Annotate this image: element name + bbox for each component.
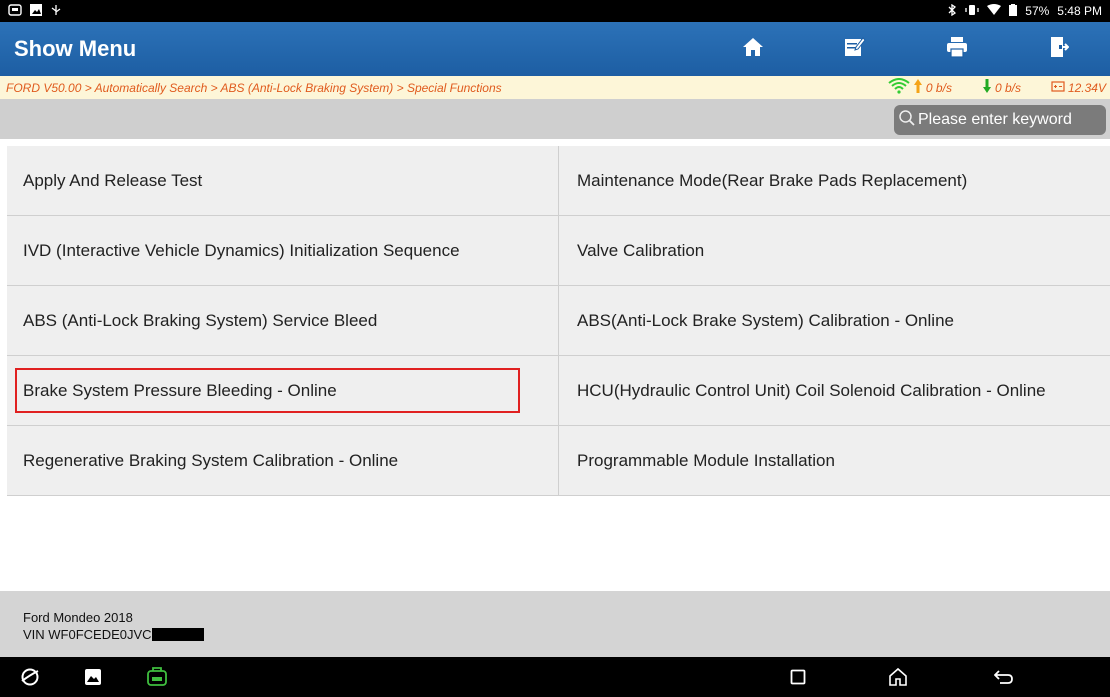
menu-item-brake-pressure-bleeding[interactable]: Brake System Pressure Bleeding - Online (7, 356, 559, 426)
recents-icon[interactable] (787, 666, 809, 688)
menu-item-label: Apply And Release Test (23, 170, 203, 190)
exit-button[interactable] (1022, 22, 1096, 76)
back-icon[interactable] (993, 666, 1015, 688)
menu-item-ivd-initialization[interactable]: IVD (Interactive Vehicle Dynamics) Initi… (7, 216, 559, 286)
menu-item-label: Programmable Module Installation (577, 450, 835, 470)
title-bar: Show Menu (0, 22, 1110, 76)
menu-item-label: Regenerative Braking System Calibration … (23, 450, 399, 470)
menu-item-maintenance-mode[interactable]: Maintenance Mode(Rear Brake Pads Replace… (559, 146, 1110, 216)
home-nav-icon[interactable] (887, 666, 909, 688)
bluetooth-icon (947, 3, 957, 19)
vci-status-icon (8, 3, 22, 19)
battery-icon (1009, 3, 1018, 19)
usb-icon (50, 4, 62, 19)
battery-voltage-icon (1051, 80, 1065, 95)
search-icon (898, 109, 916, 132)
edit-icon (844, 36, 866, 63)
gallery-icon[interactable] (82, 666, 104, 688)
vibrate-icon (965, 4, 979, 19)
vin-redaction (151, 628, 204, 641)
download-arrow-icon (982, 78, 992, 97)
print-icon (946, 36, 968, 63)
upload-arrow-icon (913, 78, 923, 97)
menu-item-label: ABS(Anti-Lock Brake System) Calibration … (577, 310, 954, 330)
exit-icon (1049, 36, 1070, 63)
wifi-icon (987, 3, 1002, 19)
download-rate-value: 0 b/s (994, 80, 1021, 95)
vehicle-model: Ford Mondeo 2018 (23, 610, 133, 625)
home-button[interactable] (716, 22, 790, 76)
wifi-signal-icon (888, 78, 910, 97)
battery-percent: 57% (1025, 4, 1050, 18)
download-rate: 0 b/s (982, 78, 1021, 97)
menu-item-label: Maintenance Mode(Rear Brake Pads Replace… (577, 170, 968, 190)
search-bar (0, 99, 1110, 139)
menu-item-valve-calibration[interactable]: Valve Calibration (559, 216, 1110, 286)
menu-item-abs-calibration-online[interactable]: ABS(Anti-Lock Brake System) Calibration … (559, 286, 1110, 356)
android-status-bar: 57% 5:48 PM (0, 0, 1110, 22)
menu-item-abs-service-bleed[interactable]: ABS (Anti-Lock Braking System) Service B… (7, 286, 559, 356)
print-button[interactable] (920, 22, 994, 76)
vehicle-info-panel: Ford Mondeo 2018 VIN WF0FCEDE0JVC (0, 591, 1110, 657)
edit-button[interactable] (818, 22, 892, 76)
menu-item-apply-release-test[interactable]: Apply And Release Test (7, 146, 559, 216)
voltage-value: 12.34V (1067, 80, 1106, 95)
menu-item-label: HCU(Hydraulic Control Unit) Coil Solenoi… (577, 380, 1046, 400)
menu-item-label: Brake System Pressure Bleeding - Online (23, 380, 337, 400)
search-input[interactable] (918, 111, 1103, 129)
upload-rate: 0 b/s (888, 78, 952, 97)
clock: 5:48 PM (1057, 4, 1102, 18)
android-nav-bar (0, 657, 1110, 697)
menu-item-label: ABS (Anti-Lock Braking System) Service B… (23, 310, 378, 330)
breadcrumb: FORD V50.00 > Automatically Search > ABS… (6, 80, 502, 95)
vci-icon[interactable] (146, 666, 168, 688)
menu-item-module-installation[interactable]: Programmable Module Installation (559, 426, 1110, 496)
menu-item-label: IVD (Interactive Vehicle Dynamics) Initi… (23, 240, 460, 260)
vin-row: VIN WF0FCEDE0JVC (23, 626, 1110, 643)
menu-item-regenerative-braking[interactable]: Regenerative Braking System Calibration … (7, 426, 559, 496)
breadcrumb-bar: FORD V50.00 > Automatically Search > ABS… (0, 76, 1110, 99)
function-menu-grid: Apply And Release Test Maintenance Mode(… (7, 146, 1110, 496)
upload-rate-value: 0 b/s (925, 80, 952, 95)
menu-item-label: Valve Calibration (577, 240, 705, 260)
vehicle-vin: VIN WF0FCEDE0JVC (23, 627, 152, 642)
voltage: 12.34V (1051, 80, 1106, 95)
menu-item-hcu-coil-calibration[interactable]: HCU(Hydraulic Control Unit) Coil Solenoi… (559, 356, 1110, 426)
image-icon (30, 3, 42, 19)
page-title: Show Menu (14, 36, 137, 61)
search-box[interactable] (894, 105, 1106, 135)
home-icon (742, 37, 764, 62)
browser-icon[interactable] (19, 666, 41, 688)
